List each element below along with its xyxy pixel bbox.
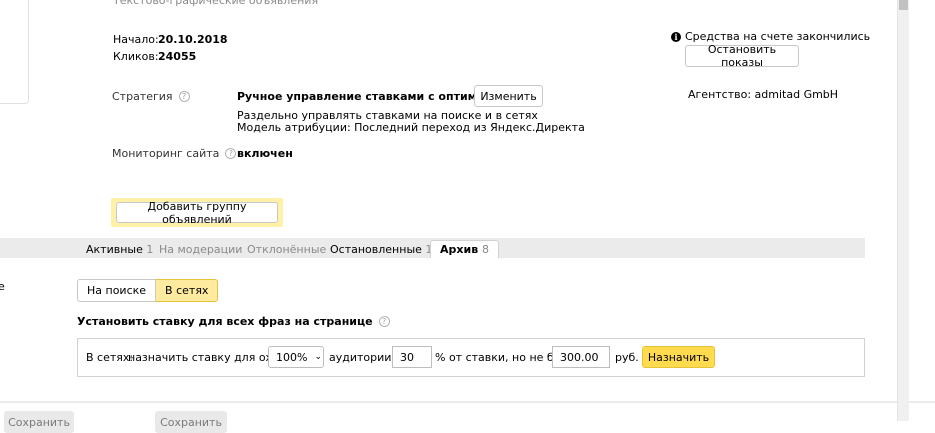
stop-ads-button[interactable]: Остановить показы	[685, 43, 799, 69]
placement-search-option[interactable]: На поиске	[77, 279, 157, 302]
ad-type-label: Текстово-графические объявления	[113, 0, 319, 7]
currency-label: руб.	[615, 351, 639, 364]
monitoring-label: Мониторинг сайта?	[112, 147, 237, 160]
tab-active[interactable]: Активные 1	[86, 243, 153, 256]
tab-moderation[interactable]: На модерации	[159, 243, 242, 256]
save-button-left[interactable]: Сохранить	[4, 411, 74, 433]
tab-archive[interactable]: Архив 8	[430, 240, 499, 258]
chevron-down-icon: ⌄	[314, 352, 322, 362]
agency-text: Агентство: admitad GmbH	[688, 88, 839, 101]
help-icon[interactable]: ?	[378, 316, 390, 327]
coverage-value: 100%	[276, 350, 308, 364]
monitoring-value: включен	[237, 147, 293, 160]
scrollbar-thumb[interactable]	[899, 0, 908, 10]
max-bid-input[interactable]: 300.00	[552, 346, 610, 368]
clicks-value: 24055	[158, 50, 197, 63]
start-label: Начало:	[113, 33, 159, 46]
bid-heading-text: Установить ставку для всех фраз на стран…	[77, 315, 373, 328]
add-ad-group-button[interactable]: Добавить группу объявлений	[116, 200, 278, 226]
left-edge-text: е	[0, 280, 5, 293]
clicks-label: Кликов:	[113, 50, 159, 63]
placement-networks-option[interactable]: В сетях	[156, 279, 219, 302]
strategy-label: Стратегия?	[112, 90, 190, 103]
bid-heading: Установить ставку для всех фраз на стран…	[77, 315, 390, 328]
funds-message-text: Средства на счете закончились	[685, 30, 871, 43]
percent-input[interactable]: 30	[392, 346, 432, 368]
strategy-label-text: Стратегия	[112, 90, 173, 103]
help-icon[interactable]: ?	[225, 148, 237, 159]
save-button-right[interactable]: Сохранить	[155, 411, 227, 433]
tab-stopped[interactable]: Остановленные 1	[330, 243, 432, 256]
coverage-select[interactable]: 100% ⌄	[268, 346, 324, 368]
change-strategy-button[interactable]: Изменить	[474, 85, 543, 107]
placement-switch: На поиске В сетях	[77, 279, 219, 302]
help-icon[interactable]: ?	[178, 91, 190, 102]
bid-prefix: В сетях:	[86, 351, 134, 364]
funds-message: i Средства на счете закончились	[671, 30, 870, 43]
bottom-divider	[0, 401, 935, 403]
campaign-list-box	[0, 0, 29, 104]
apply-bid-button[interactable]: Назначить	[642, 346, 715, 368]
info-icon: i	[671, 32, 681, 42]
monitoring-label-text: Мониторинг сайта	[112, 147, 220, 160]
scrollbar[interactable]	[897, 0, 909, 421]
strategy-desc-2: Модель атрибуции: Последний переход из Я…	[237, 121, 585, 134]
start-value: 20.10.2018	[158, 33, 228, 46]
status-tabs: Активные 1 На модерации Отклонённые Оста…	[0, 238, 865, 258]
tab-rejected[interactable]: Отклонённые	[247, 243, 326, 256]
